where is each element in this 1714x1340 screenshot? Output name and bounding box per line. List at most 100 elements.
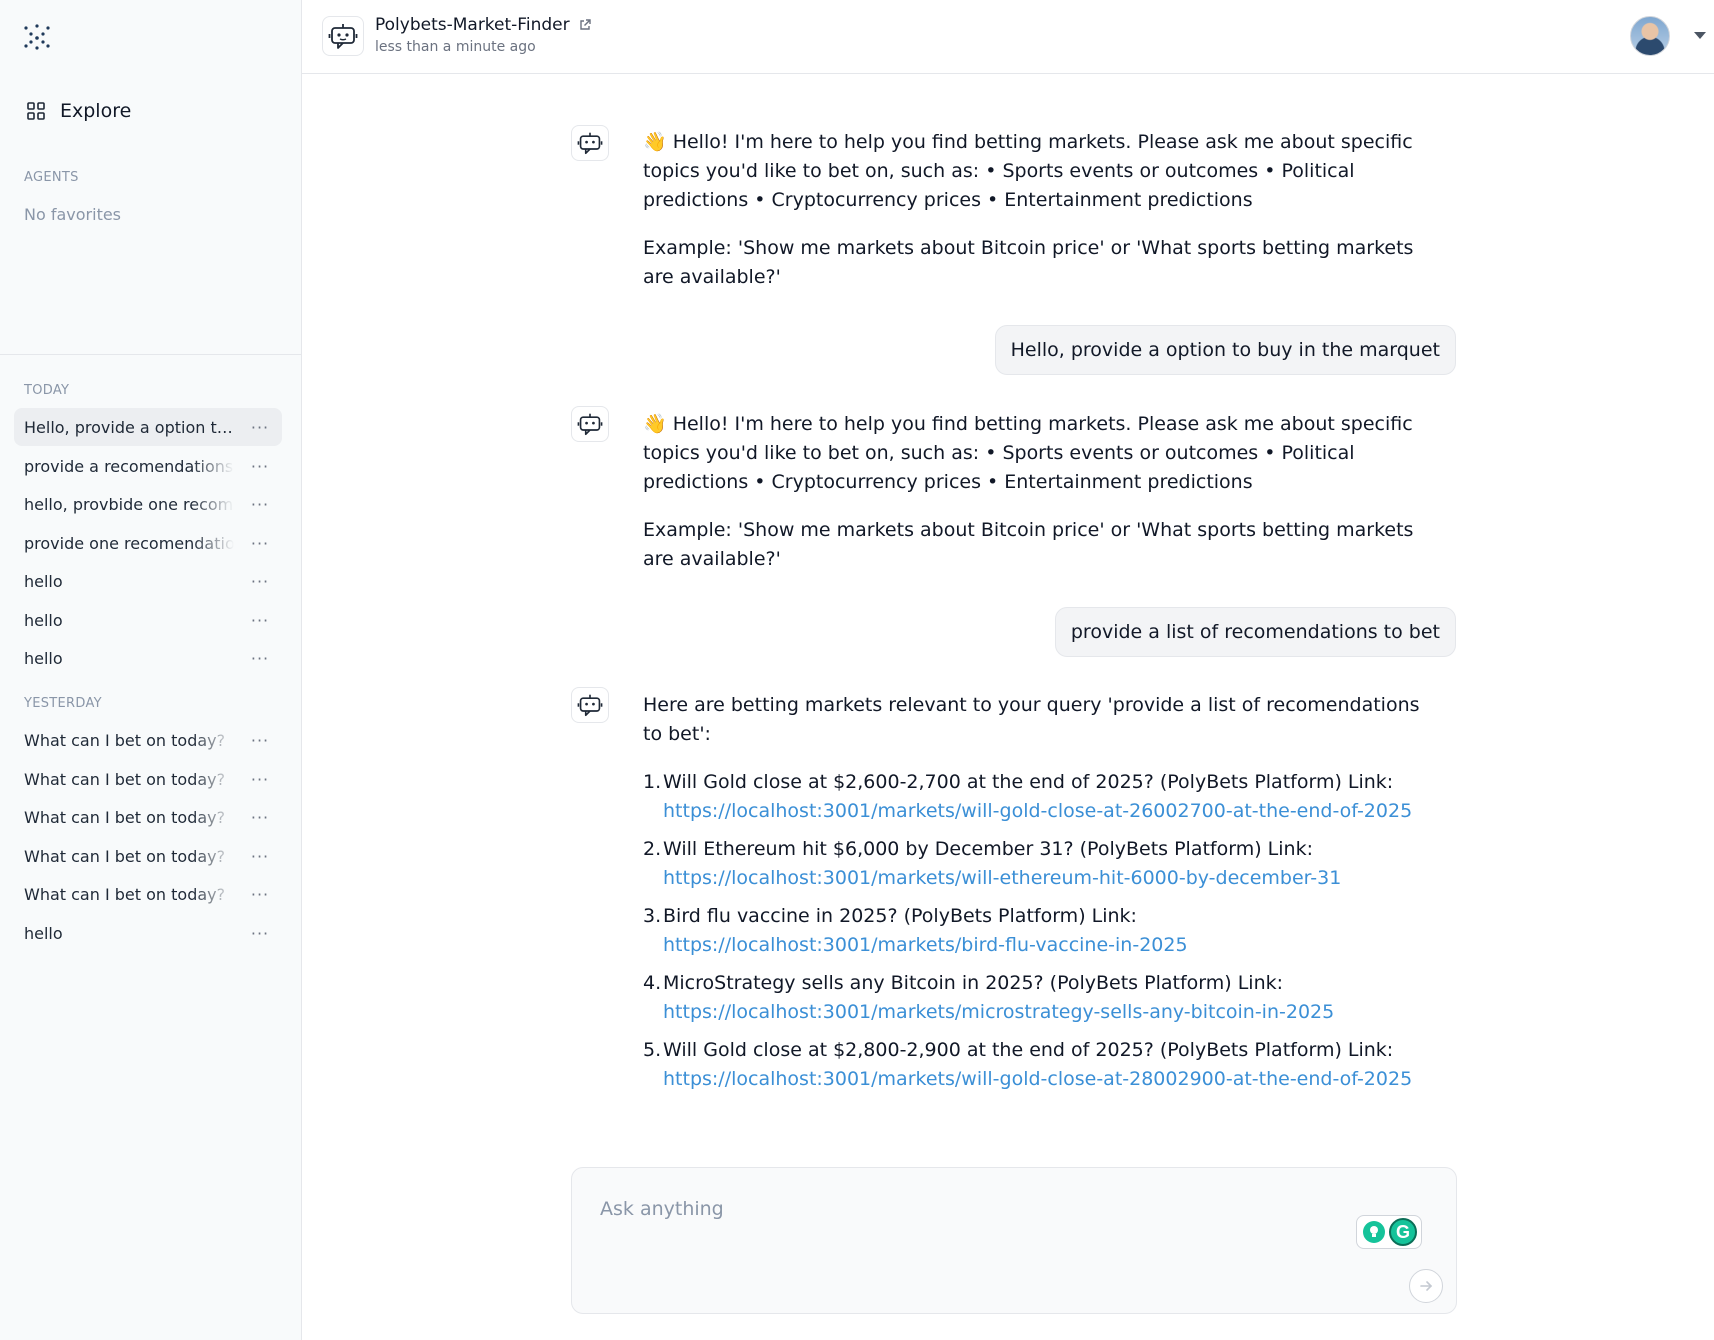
list-number: 1. [643, 771, 662, 793]
more-options-icon[interactable]: ··· [248, 847, 272, 866]
list-item: 4. MicroStrategy sells any Bitcoin in 20… [643, 969, 1443, 1027]
list-number: 4. [643, 972, 662, 994]
send-button[interactable] [1409, 1269, 1443, 1303]
agent-name-text: Polybets-Market-Finder [375, 15, 570, 35]
bot-avatar [571, 687, 609, 723]
message-paragraph: 👋 Hello! I'm here to help you find betti… [643, 413, 1413, 493]
robot-icon [577, 694, 603, 717]
conversation-label: hello [24, 571, 63, 591]
more-options-icon[interactable]: ··· [248, 808, 272, 827]
user-message: Hello, provide a option to buy in the ma… [994, 325, 1456, 375]
conversation-label: What can I bet on today? [24, 730, 226, 750]
bot-message: 👋 Hello! I'm here to help you find betti… [643, 128, 1443, 311]
more-options-icon[interactable]: ··· [248, 731, 272, 750]
arrow-right-icon [1420, 1281, 1433, 1291]
no-favorites-text: No favorites [24, 205, 122, 224]
list-item: 1. Will Gold close at $2,600-2,700 at th… [643, 768, 1443, 826]
list-item: 5. Will Gold close at $2,800-2,900 at th… [643, 1036, 1443, 1094]
conversation-item[interactable]: hello ··· [14, 562, 282, 600]
agent-title: Polybets-Market-Finder [375, 15, 592, 35]
chevron-down-icon[interactable] [1694, 32, 1706, 39]
conversation-item[interactable]: What can I bet on today? ··· [14, 721, 282, 759]
market-link[interactable]: https://localhost:3001/markets/microstra… [663, 998, 1443, 1027]
grammarly-icon[interactable]: G [1389, 1218, 1417, 1246]
app-root: Explore AGENTS No favorites TODAY Hello,… [0, 0, 1714, 1340]
market-title: Will Ethereum hit $6,000 by December 31?… [663, 838, 1313, 860]
conversation-label: What can I bet on today? [24, 884, 226, 904]
explore-link[interactable]: Explore [26, 96, 131, 126]
more-options-icon[interactable]: ··· [248, 534, 272, 553]
sidebar: Explore AGENTS No favorites TODAY Hello,… [0, 0, 302, 1340]
market-link[interactable]: https://localhost:3001/markets/will-gold… [663, 1065, 1443, 1094]
user-avatar[interactable] [1630, 16, 1670, 56]
chat-header: Polybets-Market-Finder less than a minut… [302, 0, 1714, 74]
more-options-icon[interactable]: ··· [248, 649, 272, 668]
bot-message: Here are betting markets relevant to you… [643, 691, 1443, 1103]
conversation-item[interactable]: What can I bet on today? ··· [14, 760, 282, 798]
conversation-label: provide one recomendation [24, 533, 234, 553]
more-options-icon[interactable]: ··· [248, 611, 272, 630]
agent-avatar [322, 16, 364, 56]
conversation-item[interactable]: provide one recomendation ··· [14, 524, 282, 562]
market-link[interactable]: https://localhost:3001/markets/bird-flu-… [663, 931, 1443, 960]
list-number: 2. [643, 838, 662, 860]
conversation-item[interactable]: hello ··· [14, 601, 282, 639]
lightbulb-icon[interactable] [1363, 1221, 1385, 1243]
conversation-label: What can I bet on today? [24, 846, 226, 866]
conversation-label: What can I bet on today? [24, 769, 226, 789]
message-paragraph: 👋 Hello! I'm here to help you find betti… [643, 131, 1413, 211]
robot-icon [577, 132, 603, 155]
today-section-label: TODAY [24, 383, 70, 398]
more-options-icon[interactable]: ··· [248, 495, 272, 514]
list-item: 2. Will Ethereum hit $6,000 by December … [643, 835, 1443, 893]
more-options-icon[interactable]: ··· [248, 885, 272, 904]
conversation-item[interactable]: What can I bet on today? ··· [14, 875, 282, 913]
market-title: Will Gold close at $2,600-2,700 at the e… [663, 771, 1394, 793]
message-paragraph: Here are betting markets relevant to you… [643, 694, 1420, 745]
message-paragraph: Example: 'Show me markets about Bitcoin … [643, 237, 1414, 288]
external-link-icon[interactable] [578, 18, 592, 32]
last-updated-text: less than a minute ago [375, 39, 536, 55]
more-options-icon[interactable]: ··· [248, 457, 272, 476]
conversation-label: Hello, provide a option to buy in the ma… [24, 417, 234, 437]
message-input[interactable] [600, 1194, 1300, 1224]
grammarly-widget[interactable]: G [1356, 1215, 1422, 1249]
conversation-label: What can I bet on today? [24, 807, 226, 827]
user-message: provide a list of recomendations to bet [1054, 607, 1456, 657]
conversation-label: provide a recomendations [24, 456, 234, 476]
conversation-item[interactable]: hello, provbide one recomendation ··· [14, 485, 282, 523]
recommendations-list: 1. Will Gold close at $2,600-2,700 at th… [643, 768, 1443, 1094]
list-item: 3. Bird flu vaccine in 2025? (PolyBets P… [643, 902, 1443, 960]
conversation-item[interactable]: What can I bet on today? ··· [14, 837, 282, 875]
more-options-icon[interactable]: ··· [248, 924, 272, 943]
conversation-label: hello [24, 648, 63, 668]
bot-message: 👋 Hello! I'm here to help you find betti… [643, 410, 1443, 593]
list-number: 3. [643, 905, 662, 927]
robot-icon [577, 413, 603, 436]
more-options-icon[interactable]: ··· [248, 418, 272, 437]
message-paragraph: Example: 'Show me markets about Bitcoin … [643, 519, 1414, 570]
explore-label: Explore [60, 100, 132, 122]
more-options-icon[interactable]: ··· [248, 572, 272, 591]
conversation-item[interactable]: What can I bet on today? ··· [14, 798, 282, 836]
more-options-icon[interactable]: ··· [248, 770, 272, 789]
conversation-item[interactable]: hello ··· [14, 914, 282, 952]
yesterday-section-label: YESTERDAY [24, 696, 102, 711]
market-title: MicroStrategy sells any Bitcoin in 2025?… [663, 972, 1284, 994]
market-title: Will Gold close at $2,800-2,900 at the e… [663, 1039, 1394, 1061]
agents-section-label: AGENTS [24, 170, 79, 185]
market-link[interactable]: https://localhost:3001/markets/will-ethe… [663, 864, 1443, 893]
conversation-item[interactable]: Hello, provide a option to buy in the ma… [14, 408, 282, 446]
conversation-item[interactable]: provide a recomendations ··· [14, 447, 282, 485]
market-title: Bird flu vaccine in 2025? (PolyBets Plat… [663, 905, 1137, 927]
conversation-label: hello, provbide one recomendation [24, 494, 234, 514]
app-logo-icon[interactable] [22, 22, 52, 52]
market-link[interactable]: https://localhost:3001/markets/will-gold… [663, 797, 1443, 826]
conversation-item[interactable]: hello ··· [14, 639, 282, 677]
conversation-label: hello [24, 923, 63, 943]
robot-icon [328, 24, 358, 49]
bot-avatar [571, 125, 609, 161]
message-composer: G [571, 1167, 1457, 1314]
sidebar-divider [0, 354, 302, 355]
conversation-label: hello [24, 610, 63, 630]
